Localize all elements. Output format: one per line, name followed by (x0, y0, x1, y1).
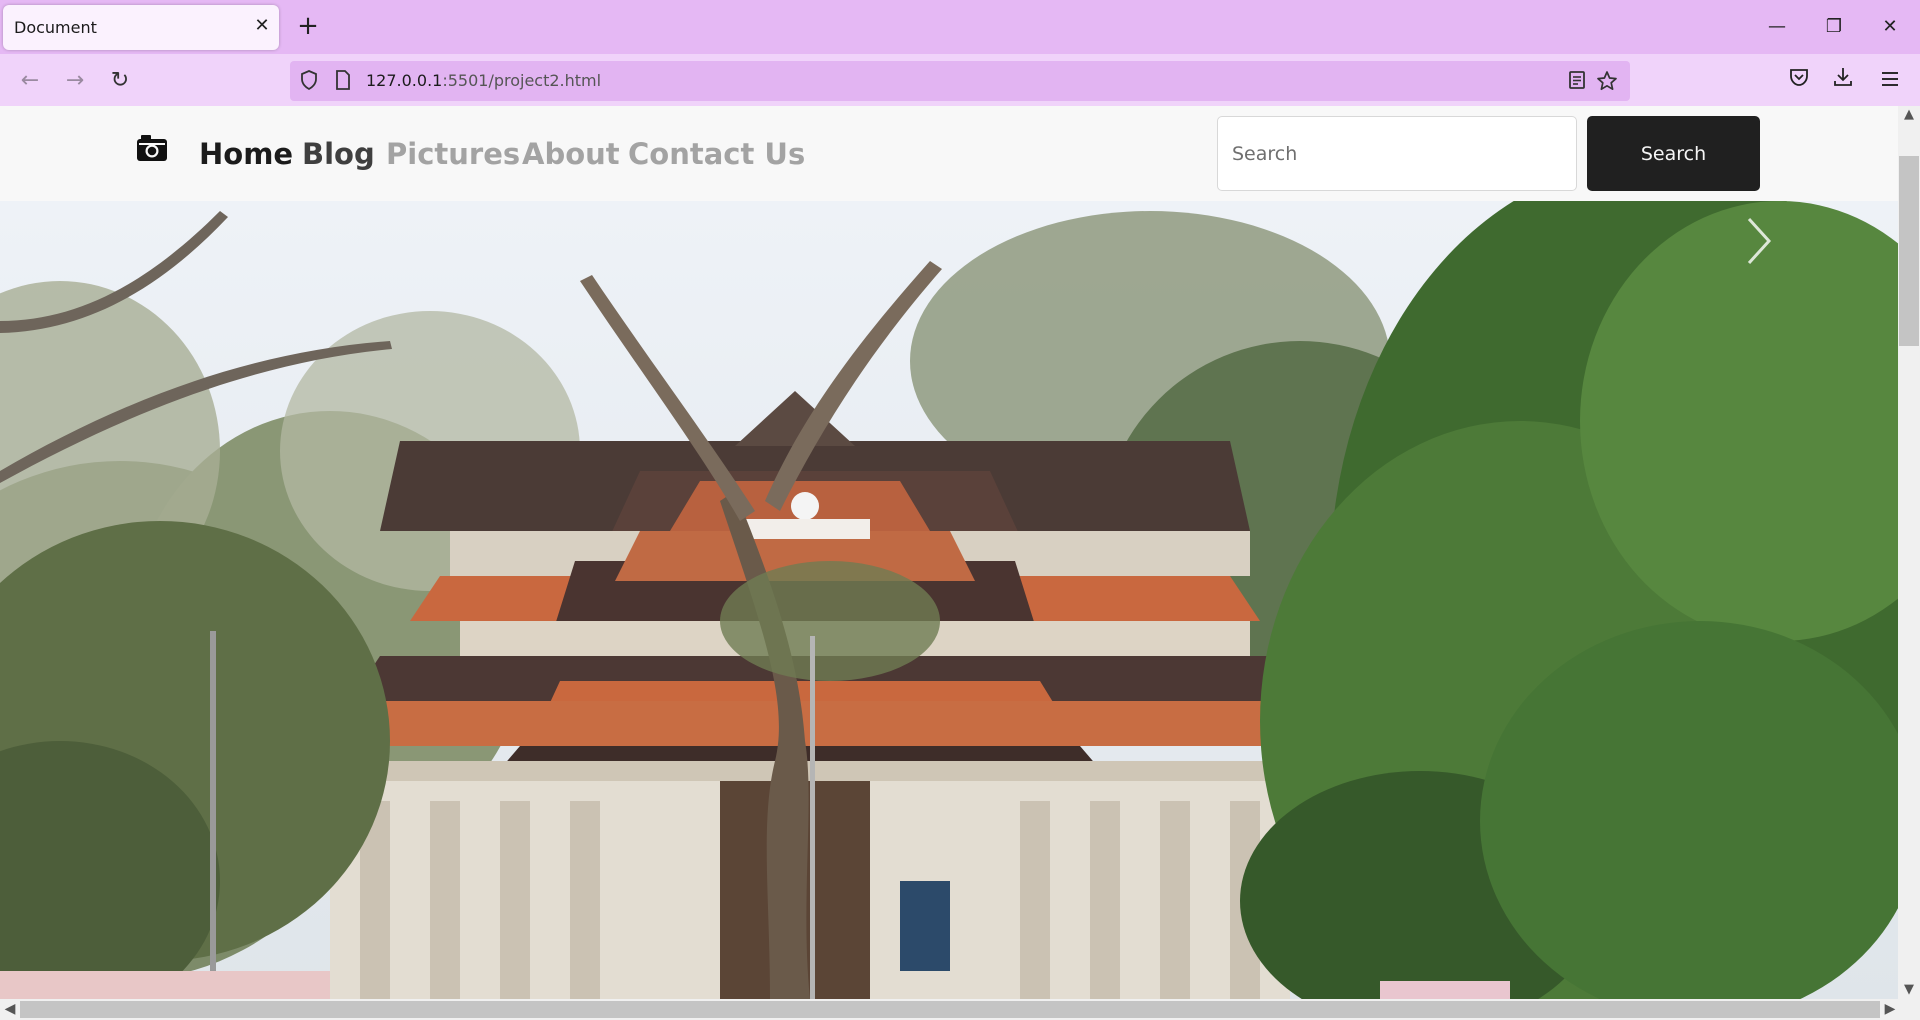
forward-icon[interactable]: → (60, 67, 90, 95)
new-tab-icon[interactable]: + (293, 11, 323, 41)
vertical-scrollbar[interactable]: ▲ ▼ (1898, 106, 1920, 999)
reader-view-icon[interactable] (1566, 70, 1588, 92)
bookmark-star-icon[interactable] (1596, 70, 1618, 92)
reload-icon[interactable]: ↻ (105, 67, 135, 95)
horizontal-scrollbar[interactable]: ◀ ▶ (0, 999, 1920, 1020)
web-page: Home Blog Pictures About Contact Us Sear… (0, 106, 1898, 999)
scroll-right-icon[interactable]: ▶ (1880, 999, 1900, 1020)
nav-link-about[interactable]: About (522, 136, 620, 172)
back-icon[interactable]: ← (15, 67, 45, 95)
hero-carousel (0, 201, 1898, 999)
vertical-scroll-thumb[interactable] (1899, 156, 1919, 346)
camera-icon[interactable] (136, 134, 172, 166)
tab-title: Document (14, 18, 97, 37)
url-host: 127.0.0.1 (366, 71, 443, 90)
chevron-right-icon[interactable] (1735, 211, 1785, 271)
scroll-left-icon[interactable]: ◀ (0, 999, 20, 1020)
menu-icon[interactable] (1875, 66, 1905, 96)
browser-tab[interactable]: Document ✕ (3, 5, 279, 50)
shield-icon[interactable] (298, 70, 320, 92)
browser-toolbar: ← → ↻ 127.0.0.1:5501/project2.html (0, 54, 1920, 106)
url-path: :5501/project2.html (442, 71, 602, 90)
search-input[interactable] (1217, 116, 1577, 191)
scroll-up-icon[interactable]: ▲ (1898, 106, 1920, 124)
nav-link-contact-us[interactable]: Contact Us (628, 136, 805, 172)
temple-photo (0, 201, 1898, 999)
url-text[interactable]: 127.0.0.1:5501/project2.html (366, 71, 601, 90)
address-bar[interactable]: 127.0.0.1:5501/project2.html (290, 61, 1630, 101)
page-icon[interactable] (332, 70, 354, 92)
scroll-down-icon[interactable]: ▼ (1898, 981, 1920, 999)
site-navbar: Home Blog Pictures About Contact Us Sear… (0, 106, 1898, 201)
pocket-icon[interactable] (1784, 66, 1814, 96)
window-close-icon[interactable]: ✕ (1870, 10, 1910, 44)
restore-icon[interactable]: ❐ (1814, 10, 1854, 44)
browser-tab-strip: Document ✕ + — ❐ ✕ (0, 0, 1920, 54)
nav-link-home[interactable]: Home (199, 136, 293, 172)
minimize-icon[interactable]: — (1757, 10, 1797, 44)
nav-link-pictures[interactable]: Pictures (386, 136, 520, 172)
horizontal-scroll-thumb[interactable] (20, 1001, 1880, 1018)
tab-close-icon[interactable]: ✕ (251, 15, 273, 37)
search-button[interactable]: Search (1587, 116, 1760, 191)
nav-link-blog[interactable]: Blog (302, 136, 375, 172)
download-icon[interactable] (1828, 66, 1858, 96)
